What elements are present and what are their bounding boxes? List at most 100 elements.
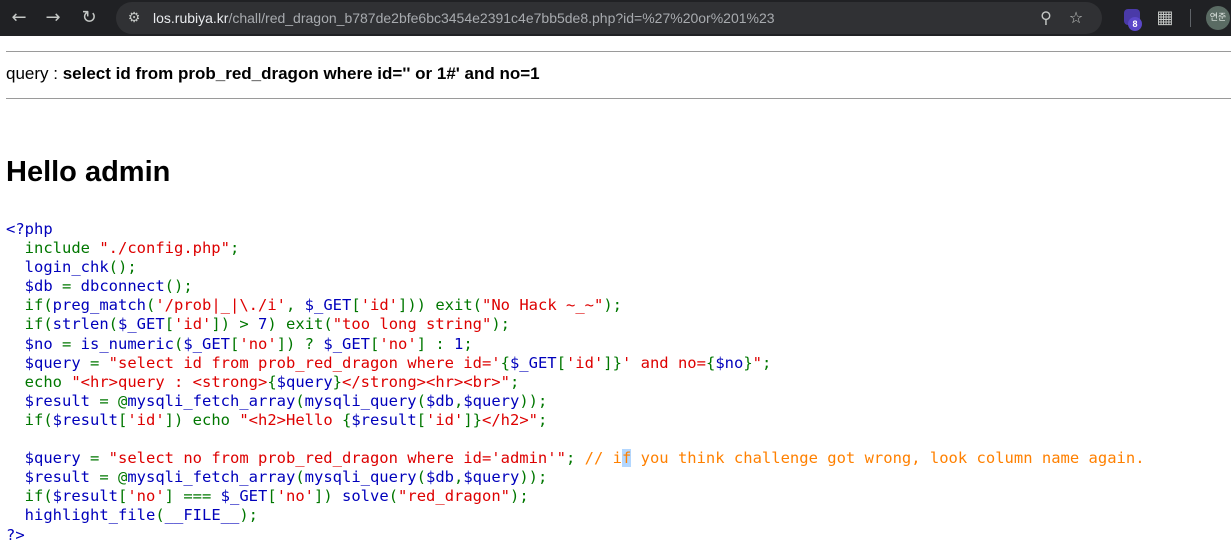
code-line: if($result['no'] === $_GET['no']) solve(…: [6, 487, 1145, 506]
reload-icon[interactable]: ↻: [76, 5, 102, 31]
code-token: solve: [342, 487, 389, 506]
forward-arrow-icon[interactable]: →: [40, 5, 66, 31]
code-token: = @: [99, 468, 128, 487]
code-token: ;: [762, 353, 772, 372]
code-token: =: [62, 334, 81, 353]
extension-badge: 8: [1128, 17, 1142, 31]
code-token: ;: [463, 334, 473, 353]
code-token: {: [705, 353, 716, 372]
code-token: ();: [108, 258, 137, 277]
code-token: 7: [258, 315, 268, 334]
code-line: login_chk();: [6, 258, 1145, 277]
code-token: );: [510, 487, 529, 506]
code-token: ,: [286, 296, 305, 315]
address-bar[interactable]: ⚙ los.rubiya.kr/chall/red_dragon_b787de2…: [116, 2, 1102, 34]
top-divider: [6, 51, 1231, 52]
code-token: $_GET: [304, 296, 352, 315]
code-token: $result: [6, 468, 100, 487]
code-token: f: [621, 449, 632, 468]
code-token: ) exit(: [267, 315, 333, 334]
code-token: $no: [715, 353, 744, 372]
code-token: "select id from prob_red_dragon where id…: [108, 353, 501, 372]
code-token: ]): [314, 487, 343, 506]
code-token: =: [62, 277, 81, 296]
code-token: 'id': [360, 296, 399, 315]
code-token: $query: [463, 391, 520, 410]
code-token: highlight_file: [6, 506, 156, 525]
code-token: ?>: [6, 525, 25, 544]
code-token: [: [370, 334, 380, 353]
code-line: include "./config.php";: [6, 239, 1145, 258]
code-token: </strong><hr><br>": [342, 372, 510, 391]
extensions-puzzle-icon[interactable]: ▦: [1152, 5, 1178, 31]
php-source-code: <?php include "./config.php"; login_chk(…: [6, 220, 1145, 545]
code-token: ));: [519, 391, 548, 410]
code-token: );: [239, 506, 258, 525]
code-line: if(preg_match('/prob|_|\./i', $_GET['id'…: [6, 296, 1145, 315]
code-token: ();: [164, 277, 193, 296]
code-token: {: [341, 410, 352, 429]
code-token: $_GET: [323, 334, 371, 353]
code-token: $query: [463, 468, 520, 487]
code-line: $query = "select no from prob_red_dragon…: [6, 449, 1145, 468]
hello-heading: Hello admin: [6, 156, 171, 188]
code-token: [: [416, 410, 426, 429]
code-token: [: [164, 315, 175, 334]
code-token: echo: [24, 372, 72, 391]
code-token: if(: [24, 487, 53, 506]
code-line: $result = @mysqli_fetch_array(mysqli_que…: [6, 468, 1145, 487]
code-token: ,: [453, 391, 464, 410]
toolbar-divider: [1190, 9, 1191, 27]
code-token: dbconnect: [80, 277, 165, 296]
code-token: ;: [565, 449, 585, 468]
code-token: $db: [425, 468, 454, 487]
bookmark-star-icon[interactable]: ☆: [1064, 6, 1088, 30]
code-line: if($result['id']) echo "<h2>Hello {$resu…: [6, 411, 1145, 430]
code-token: {: [267, 372, 277, 391]
code-token: "<h2>Hello: [239, 410, 342, 429]
back-arrow-icon[interactable]: ←: [6, 5, 32, 31]
code-token: $_GET: [220, 487, 268, 506]
code-token: [: [230, 334, 240, 353]
code-token: ;: [538, 410, 548, 429]
code-token: <?php: [6, 220, 53, 238]
bottom-divider: [6, 98, 1231, 99]
code-token: $result: [351, 410, 417, 429]
code-token: 'id': [127, 410, 165, 429]
code-token: ])) exit(: [398, 296, 483, 315]
code-token: (: [295, 391, 305, 410]
code-token: if(: [24, 315, 53, 334]
code-token: // i: [584, 449, 622, 468]
profile-avatar[interactable]: 연준: [1206, 6, 1230, 30]
code-token: $db: [6, 277, 62, 296]
code-token: login_chk: [6, 258, 109, 277]
code-token: =: [90, 449, 109, 468]
code-line: $result = @mysqli_fetch_array(mysqli_que…: [6, 392, 1145, 411]
code-token: "red_dragon": [398, 487, 511, 506]
extension-button[interactable]: 8: [1124, 9, 1142, 31]
code-token: if(: [24, 410, 53, 429]
code-token: include: [24, 239, 100, 258]
query-line: query : select id from prob_red_dragon w…: [6, 64, 540, 84]
url-text[interactable]: los.rubiya.kr/chall/red_dragon_b787de2bf…: [153, 2, 775, 34]
code-token: );: [491, 315, 511, 334]
code-token: (: [174, 334, 184, 353]
site-settings-icon[interactable]: ⚙: [124, 8, 144, 28]
code-token: ]) ?: [276, 334, 324, 353]
code-token: (: [295, 468, 305, 487]
url-host: los.rubiya.kr: [153, 10, 229, 26]
code-token: 'no': [379, 334, 417, 353]
code-token: $result: [52, 410, 118, 429]
code-token: 'id': [174, 315, 212, 334]
query-value: select id from prob_red_dragon where id=…: [62, 64, 540, 83]
code-token: $query: [6, 353, 90, 372]
code-token: (: [388, 487, 399, 506]
query-label: query :: [6, 64, 58, 83]
zoom-icon[interactable]: ⚲: [1034, 6, 1058, 30]
code-token: [: [556, 353, 566, 372]
